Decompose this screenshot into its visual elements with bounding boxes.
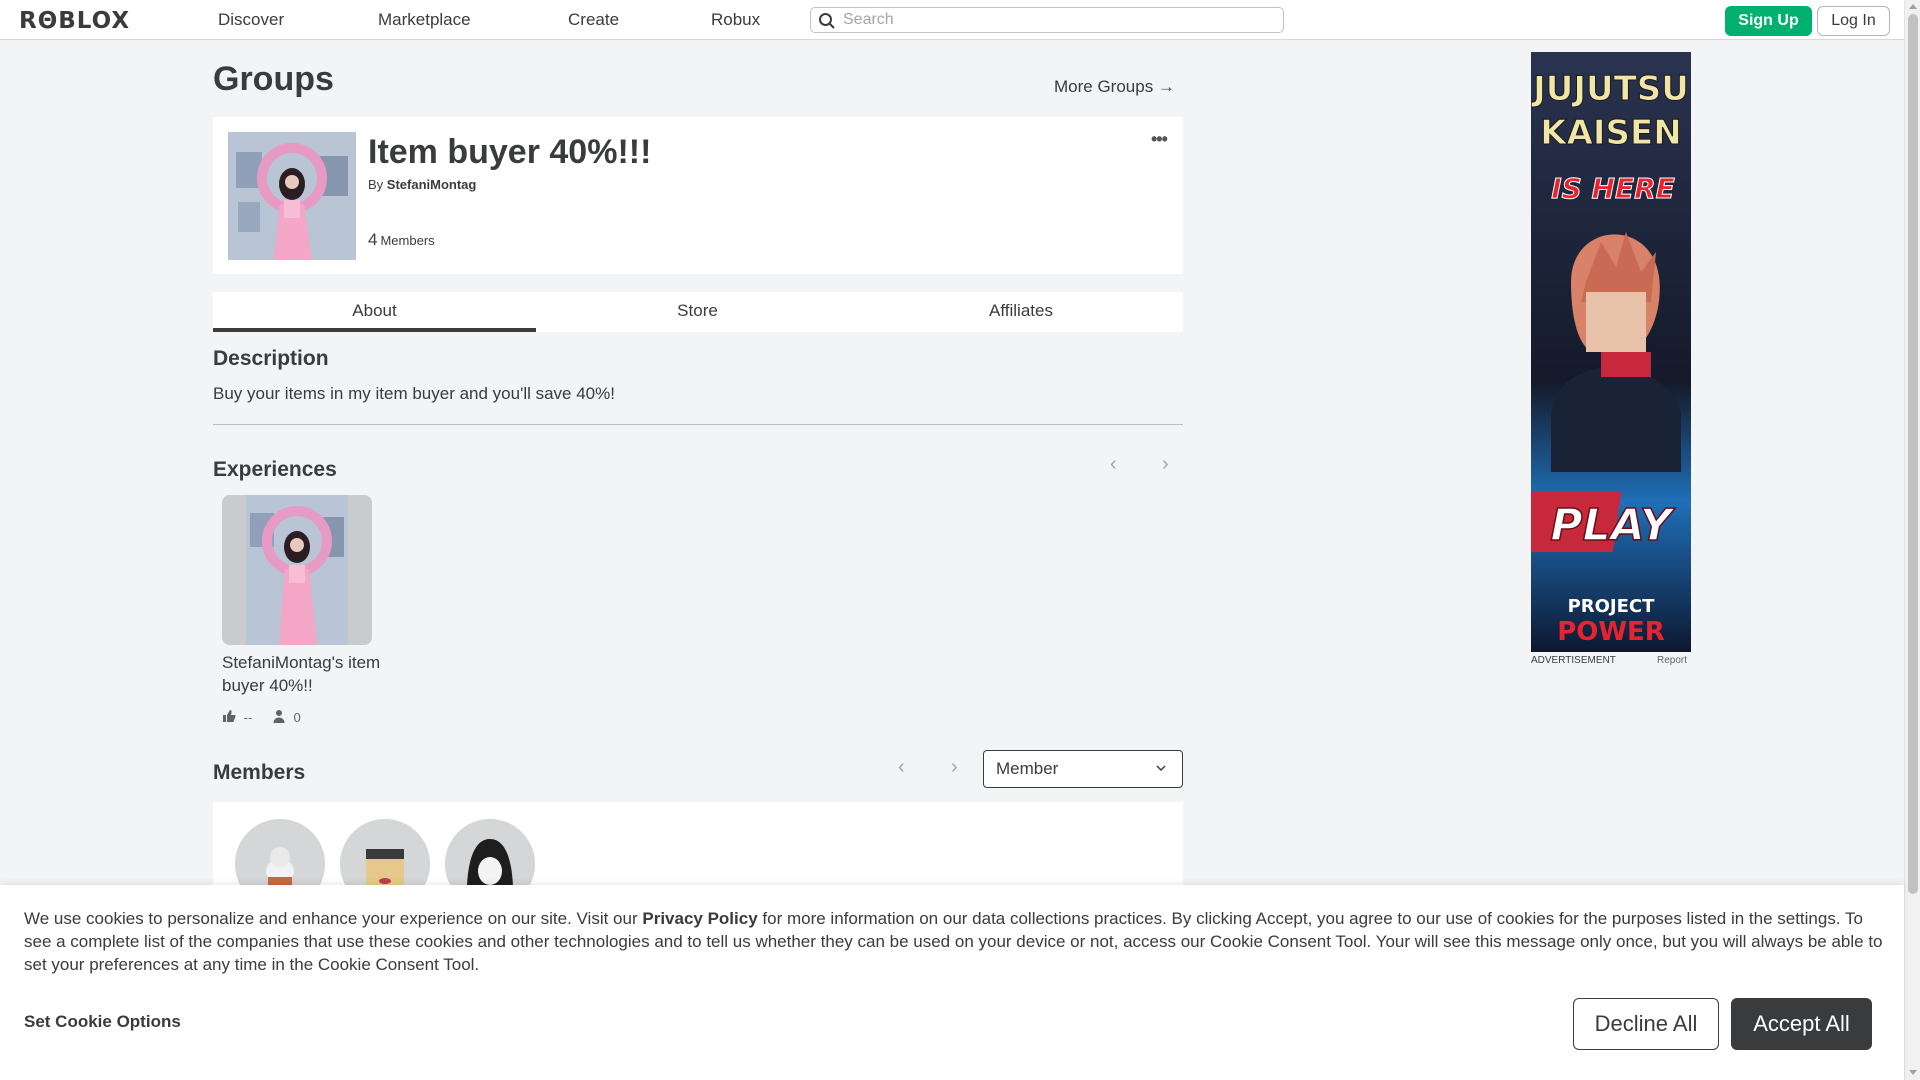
sign-up-button[interactable]: Sign Up <box>1725 6 1812 36</box>
advertisement-label: ADVERTISEMENT <box>1531 655 1616 666</box>
group-owner-link[interactable]: StefaniMontag <box>387 177 477 192</box>
more-groups-link[interactable]: More Groups → <box>1054 77 1175 97</box>
experience-thumbnail-image <box>222 495 372 645</box>
experiences-next-icon[interactable]: › <box>1162 453 1169 476</box>
owner-prefix: By <box>368 177 384 192</box>
nav-create-link[interactable]: Create <box>568 10 619 30</box>
group-tabs: About Store Affiliates <box>213 292 1183 332</box>
page-scrollbar[interactable] <box>1904 0 1920 1080</box>
decline-all-button[interactable]: Decline All <box>1573 998 1719 1050</box>
ad-brand-line-2: POWER <box>1557 617 1665 647</box>
scroll-up-arrow-icon[interactable] <box>1909 4 1917 9</box>
search-icon <box>819 13 835 29</box>
members-heading: Members <box>213 761 306 784</box>
nav-marketplace-link[interactable]: Marketplace <box>378 10 471 30</box>
roblox-logo[interactable]: RΘBLOX <box>19 8 130 34</box>
advertisement-banner[interactable]: JUJUTSU KAISEN IS HERE PLAY PROJECT POWE… <box>1531 52 1691 652</box>
group-name: Item buyer 40%!!! <box>368 133 652 171</box>
tab-store[interactable]: Store <box>536 292 859 332</box>
tab-affiliates[interactable]: Affiliates <box>859 292 1183 332</box>
search-input[interactable] <box>843 10 1273 30</box>
members-prev-icon[interactable]: ‹ <box>898 756 905 779</box>
nav-robux-link[interactable]: Robux <box>711 10 760 30</box>
ad-line-3: IS HERE <box>1551 172 1675 205</box>
experience-thumbnail[interactable] <box>222 495 372 645</box>
report-ad-link[interactable]: Report <box>1657 655 1687 666</box>
experiences-heading: Experiences <box>213 458 337 481</box>
accept-all-button[interactable]: Accept All <box>1731 998 1872 1050</box>
top-navigation-bar: RΘBLOX Discover Marketplace Create Robux… <box>0 0 1904 40</box>
cookie-consent-text: We use cookies to personalize and enhanc… <box>24 907 1884 976</box>
tab-about[interactable]: About <box>213 292 536 332</box>
chevron-down-icon <box>1156 765 1166 772</box>
advertisement-image: JUJUTSU KAISEN IS HERE PLAY PROJECT POWE… <box>1531 52 1691 652</box>
nav-discover-link[interactable]: Discover <box>218 10 284 30</box>
ad-brand-line-1: PROJECT <box>1568 596 1656 617</box>
role-select-value: Member <box>996 759 1059 778</box>
scroll-down-arrow-icon[interactable] <box>1909 1070 1917 1075</box>
set-cookie-options-link[interactable]: Set Cookie Options <box>24 1012 181 1032</box>
cookie-text-before: We use cookies to personalize and enhanc… <box>24 909 643 928</box>
ad-play-text: PLAY <box>1550 500 1675 551</box>
description-text: Buy your items in my item buyer and you'… <box>213 384 615 403</box>
thumbs-up-icon <box>222 709 236 726</box>
ellipsis-icon[interactable]: ••• <box>1151 129 1168 150</box>
ad-line-1: JUJUTSU <box>1531 69 1689 109</box>
group-member-count: 4 Members <box>368 230 435 250</box>
page-title: Groups <box>213 60 334 98</box>
experience-like-ratio: -- <box>243 710 253 726</box>
member-role-select[interactable]: Member <box>983 750 1183 788</box>
experience-name[interactable]: StefaniMontag's item buyer 40%!! <box>222 651 382 697</box>
member-count-value: 4 <box>368 230 378 249</box>
section-divider <box>213 424 1183 425</box>
group-emblem-image[interactable] <box>228 132 356 260</box>
ad-line-2: KAISEN <box>1540 113 1681 153</box>
experience-player-count: 0 <box>293 710 301 726</box>
log-in-button[interactable]: Log In <box>1817 6 1890 36</box>
experience-stats: -- 0 <box>222 709 301 726</box>
member-count-label: Members <box>380 233 435 248</box>
player-icon <box>272 709 286 726</box>
members-next-icon[interactable]: › <box>951 756 958 779</box>
group-header-card: Item buyer 40%!!! By StefaniMontag 4 Memb… <box>213 117 1183 274</box>
scroll-thumb[interactable] <box>1908 14 1918 894</box>
description-heading: Description <box>213 347 329 370</box>
privacy-policy-link[interactable]: Privacy Policy <box>642 909 757 928</box>
group-owner-line: By StefaniMontag <box>368 177 476 192</box>
search-box[interactable] <box>810 7 1284 33</box>
cookie-consent-banner: We use cookies to personalize and enhanc… <box>0 885 1904 1080</box>
experiences-prev-icon[interactable]: ‹ <box>1110 453 1117 476</box>
